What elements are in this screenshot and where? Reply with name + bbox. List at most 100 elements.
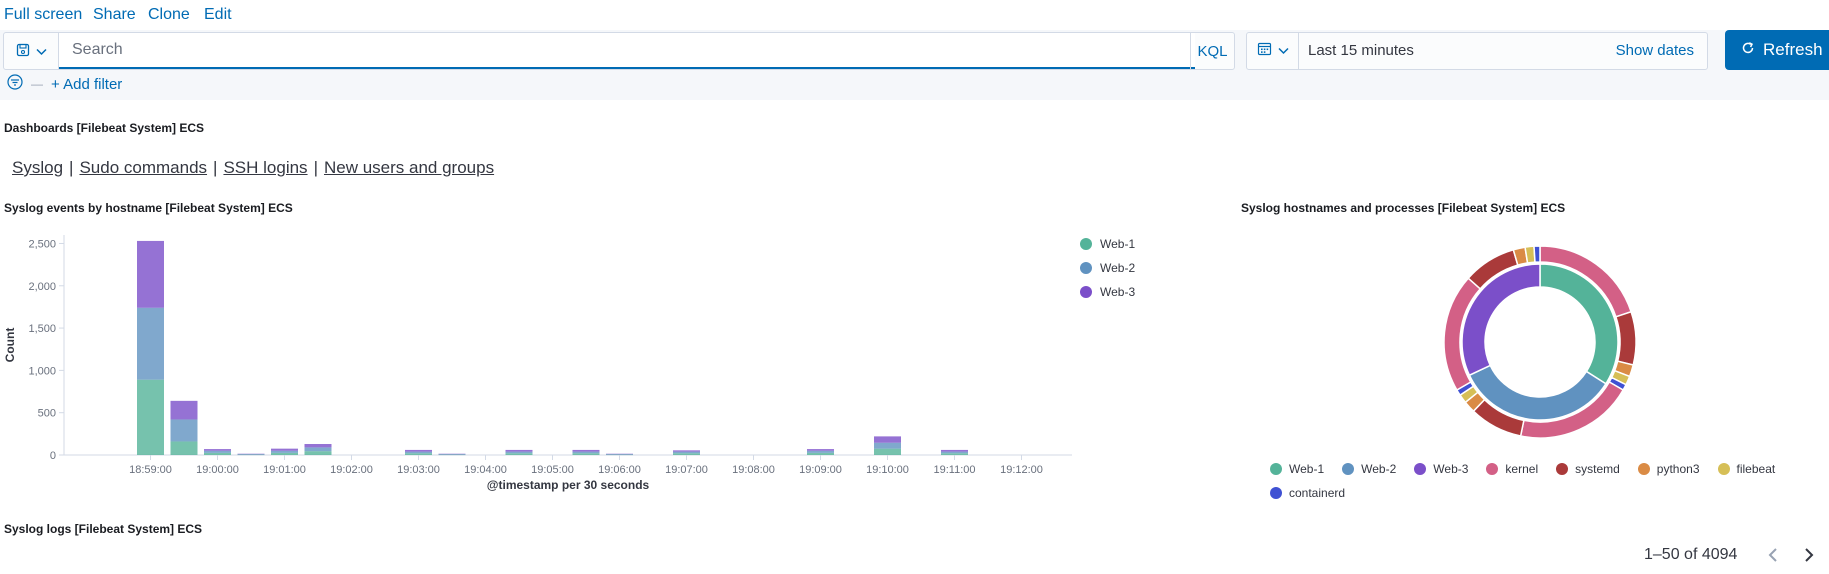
- x-tick-label: 19:08:00: [732, 464, 775, 476]
- x-tick-label: 19:01:00: [263, 464, 306, 476]
- link-separator: |: [69, 158, 74, 177]
- refresh-icon: [1741, 40, 1755, 60]
- bar-segment: [170, 419, 198, 442]
- bar-segment: [874, 448, 901, 455]
- bar-segment: [405, 449, 432, 452]
- bar-segment: [673, 451, 700, 454]
- donut-slice: [1533, 245, 1541, 263]
- legend-item[interactable]: python3: [1637, 460, 1700, 478]
- search-input[interactable]: [59, 33, 1195, 67]
- legend-dot: [1080, 262, 1092, 274]
- filter-row: — + Add filter: [7, 72, 122, 96]
- bar-segment: [405, 453, 432, 455]
- panel-title-syslog-logs: Syslog logs [Filebeat System] ECS: [4, 522, 203, 536]
- legend-label: Web-2: [1100, 261, 1136, 275]
- x-tick-label: 19:04:00: [464, 464, 507, 476]
- legend-dot: [1270, 463, 1282, 475]
- y-tick-label: 2,000: [28, 281, 56, 293]
- date-range-text[interactable]: Last 15 minutes: [1308, 42, 1414, 59]
- legend-item[interactable]: Web-2: [1342, 460, 1396, 478]
- bar-segment: [405, 451, 432, 454]
- x-tick-label: 19:09:00: [799, 464, 842, 476]
- bar-segment: [137, 240, 164, 308]
- show-dates-button[interactable]: Show dates: [1616, 42, 1694, 59]
- bar-segment: [673, 450, 700, 452]
- link-ssh-logins[interactable]: SSH logins: [223, 158, 307, 177]
- query-language-button[interactable]: KQL: [1190, 33, 1234, 69]
- x-tick-label: 19:07:00: [665, 464, 708, 476]
- legend-item[interactable]: Web-1: [1270, 460, 1324, 478]
- bar-segment: [304, 447, 332, 452]
- legend-dot: [1637, 463, 1650, 475]
- syslog-events-bar-chart: 0 500 1,000 1,500 2,000 2,500 18:59:00 19:00:00…: [3, 235, 1072, 492]
- link-sudo-commands[interactable]: Sudo commands: [79, 158, 207, 177]
- legend-dot: [1342, 463, 1355, 475]
- bar-segment: [170, 400, 198, 420]
- bar-segment: [170, 441, 198, 455]
- x-tick-label: 19:11:00: [933, 464, 975, 476]
- bar-segment: [874, 442, 901, 449]
- bar-segment: [807, 449, 834, 451]
- pagination-range: 1–50 of 4094: [1644, 546, 1738, 563]
- legend-item[interactable]: Web-3: [1414, 460, 1468, 478]
- y-axis-label: Count: [3, 328, 17, 363]
- link-separator: |: [313, 158, 318, 177]
- search-field: [59, 33, 1195, 69]
- legend-label: Web-1: [1289, 462, 1325, 476]
- filter-divider: —: [31, 77, 43, 91]
- link-syslog[interactable]: Syslog: [12, 158, 63, 177]
- bar-segment: [204, 452, 231, 455]
- legend-dot: [1486, 463, 1499, 475]
- bar-segment: [505, 449, 533, 452]
- bar-segment: [572, 451, 600, 454]
- bar-segment: [304, 444, 332, 448]
- saved-query-button[interactable]: [4, 33, 59, 69]
- add-filter-button[interactable]: + Add filter: [51, 76, 122, 93]
- clone-link[interactable]: Clone: [148, 6, 190, 24]
- legend-label: Web-3: [1100, 285, 1136, 299]
- refresh-button[interactable]: Refresh: [1725, 30, 1829, 70]
- bar-segment: [941, 453, 968, 455]
- legend-item[interactable]: Web-2: [1080, 256, 1135, 280]
- donut-slice: [1614, 310, 1637, 366]
- bar-segment: [237, 453, 265, 455]
- link-separator: |: [213, 158, 218, 177]
- bar-segment: [941, 449, 968, 452]
- legend-item[interactable]: Web-1: [1080, 232, 1135, 256]
- legend-item[interactable]: containerd: [1270, 484, 1345, 502]
- edit-link[interactable]: Edit: [204, 6, 232, 24]
- bar-segment: [673, 453, 700, 455]
- legend-label: filebeat: [1736, 462, 1776, 476]
- bar-segment: [807, 452, 834, 455]
- legend-label: Web-3: [1433, 462, 1469, 476]
- legend-item[interactable]: systemd: [1556, 460, 1620, 478]
- chevron-down-icon: [35, 43, 47, 59]
- full-screen-link[interactable]: Full screen: [4, 6, 82, 24]
- y-tick-label: 0: [50, 450, 56, 462]
- chevron-left-icon[interactable]: [1762, 545, 1784, 567]
- x-tick-label: 18:59:00: [129, 464, 172, 476]
- dashboard-links: Syslog | Sudo commands | SSH logins | New user…: [12, 158, 494, 178]
- legend-item[interactable]: kernel: [1486, 460, 1538, 478]
- x-tick-label: 19:06:00: [598, 464, 641, 476]
- donut-chart-legend: Web-1 Web-2 Web-3 kernel systemd python3 fileb…: [1270, 460, 1790, 502]
- bar-segment: [137, 379, 164, 455]
- quick-select-button[interactable]: [1247, 33, 1299, 69]
- legend-item[interactable]: Web-3: [1080, 280, 1135, 304]
- filter-icon[interactable]: [7, 73, 23, 95]
- legend-label: Web-2: [1361, 462, 1397, 476]
- bar-segment: [941, 451, 968, 454]
- share-link[interactable]: Share: [93, 6, 136, 24]
- chevron-right-icon[interactable]: [1798, 545, 1820, 567]
- panel-title-dashboards: Dashboards [Filebeat System] ECS: [4, 121, 205, 135]
- link-new-users-and-groups[interactable]: New users and groups: [324, 158, 494, 177]
- calendar-icon: [1257, 41, 1272, 61]
- top-nav: Full screen Share Clone Edit: [0, 0, 1829, 30]
- x-tick-label: 19:10:00: [866, 464, 909, 476]
- legend-dot: [1270, 487, 1282, 499]
- hostnames-processes-donut-chart: [1443, 245, 1637, 439]
- legend-label: containerd: [1289, 486, 1346, 500]
- legend-dot: [1080, 238, 1092, 250]
- legend-item[interactable]: filebeat: [1717, 460, 1776, 478]
- legend-dot: [1080, 286, 1092, 298]
